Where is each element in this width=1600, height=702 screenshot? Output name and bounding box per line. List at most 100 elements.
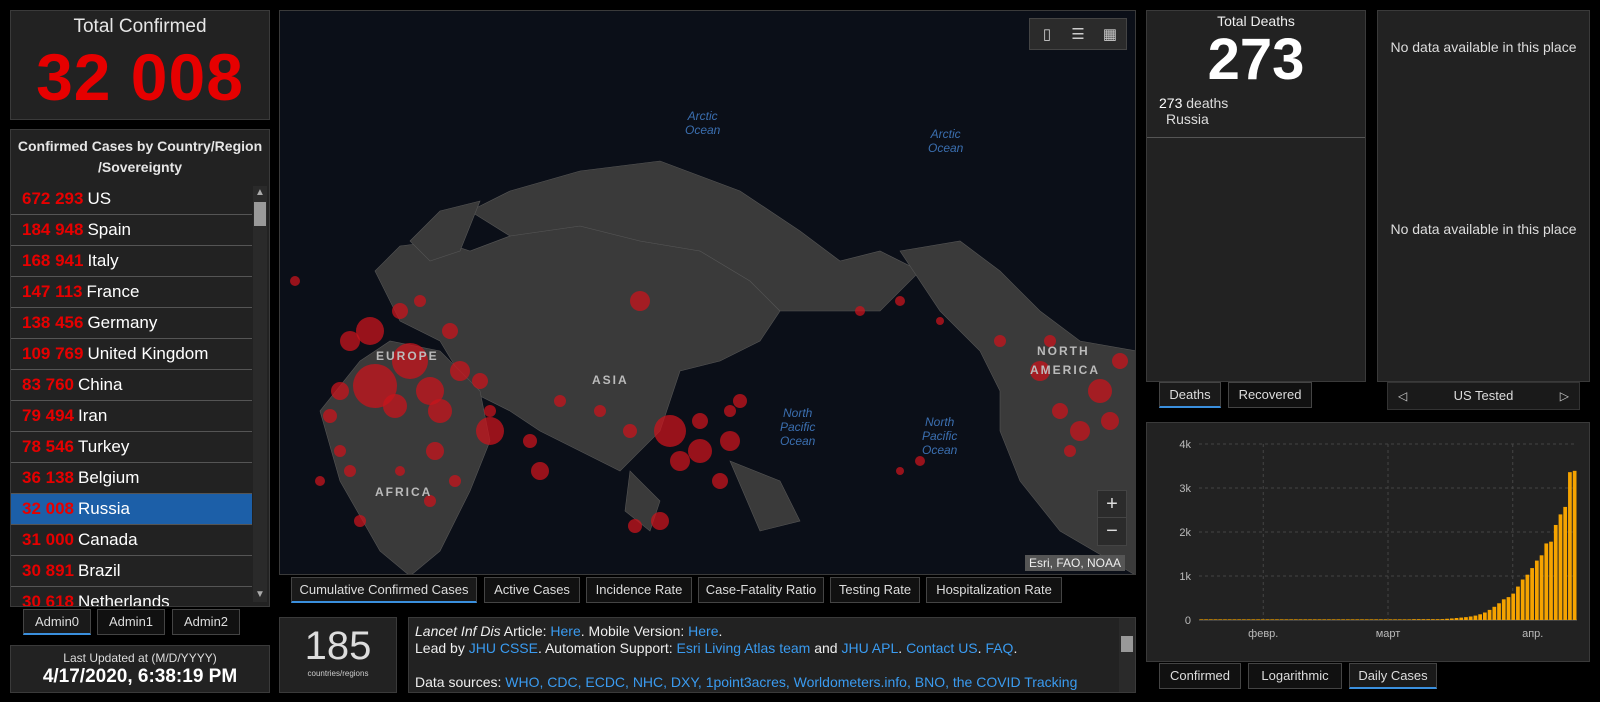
case-hotspot[interactable] [1088,379,1112,403]
data-sources-links[interactable]: WHO, CDC, ECDC, NHC, DXY, 1point3acres, … [505,674,1077,690]
case-hotspot[interactable] [670,451,690,471]
contact-link[interactable]: Contact US [906,640,978,656]
list-item[interactable]: 672 293 US [11,184,252,215]
case-hotspot[interactable] [651,512,669,530]
list-item[interactable]: 31 000 Canada [11,525,252,556]
case-hotspot[interactable] [290,276,300,286]
tab-logarithmic[interactable]: Logarithmic [1248,663,1342,689]
case-hotspot[interactable] [554,395,566,407]
case-hotspot[interactable] [712,473,728,489]
qr-grid-icon[interactable]: ▦ [1100,25,1120,45]
tab-deaths[interactable]: Deaths [1159,382,1221,408]
case-hotspot[interactable] [449,475,461,487]
chevron-left-icon[interactable]: ◁ [1398,383,1407,409]
esri-link[interactable]: Esri Living Atlas team [676,640,810,656]
tab-admin1[interactable]: Admin1 [97,609,165,635]
list-item[interactable]: 78 546 Turkey [11,432,252,463]
mobile-link[interactable]: Here [688,623,718,639]
tab-case-fatality-ratio[interactable]: Case-Fatality Ratio [698,577,824,603]
jhu-apl-link[interactable]: JHU APL [841,640,898,656]
case-hotspot[interactable] [1070,421,1090,441]
case-hotspot[interactable] [724,405,736,417]
tab-hospitalization-rate[interactable]: Hospitalization Rate [926,577,1062,603]
case-hotspot[interactable] [315,476,325,486]
list-item[interactable]: 83 760 China [11,370,252,401]
zoom-out-button[interactable]: − [1098,518,1126,545]
case-hotspot[interactable] [356,317,384,345]
case-hotspot[interactable] [896,467,904,475]
case-hotspot[interactable] [531,462,549,480]
country-list-scrollbar[interactable]: ▲ ▼ [253,186,267,602]
case-hotspot[interactable] [340,331,360,351]
case-hotspot[interactable] [334,445,346,457]
case-hotspot[interactable] [594,405,606,417]
case-hotspot[interactable] [628,519,642,533]
article-link[interactable]: Here [550,623,580,639]
case-hotspot[interactable] [720,431,740,451]
zoom-in-button[interactable]: + [1098,491,1126,518]
case-hotspot[interactable] [623,424,637,438]
tab-admin0[interactable]: Admin0 [23,609,91,635]
case-hotspot[interactable] [442,323,458,339]
list-item[interactable]: 138 456 Germany [11,308,252,339]
case-hotspot[interactable] [331,382,349,400]
case-hotspot[interactable] [426,442,444,460]
list-item[interactable]: 168 941 Italy [11,246,252,277]
case-hotspot[interactable] [1101,412,1119,430]
scroll-thumb[interactable] [254,202,266,226]
case-hotspot[interactable] [994,335,1006,347]
list-item[interactable]: 36 138 Belgium [11,463,252,494]
case-hotspot[interactable] [855,306,865,316]
scroll-thumb[interactable] [1121,636,1133,652]
scroll-down-icon[interactable]: ▼ [253,588,267,602]
case-hotspot[interactable] [414,295,426,307]
case-hotspot[interactable] [323,409,337,423]
jhu-csse-link[interactable]: JHU CSSE [469,640,538,656]
case-hotspot[interactable] [1052,403,1068,419]
case-hotspot[interactable] [395,466,405,476]
case-hotspot[interactable] [895,296,905,306]
tab-recovered[interactable]: Recovered [1228,382,1312,408]
case-hotspot[interactable] [688,439,712,463]
bookmark-icon[interactable]: ▯ [1037,25,1057,45]
faq-link[interactable]: FAQ [985,640,1013,656]
case-hotspot[interactable] [630,291,650,311]
tab-active-cases[interactable]: Active Cases [484,577,580,603]
list-item[interactable]: 79 494 Iran [11,401,252,432]
case-hotspot[interactable] [484,405,496,417]
scroll-up-icon[interactable]: ▲ [253,186,267,200]
list-item[interactable]: 32 008 Russia [11,494,252,525]
chevron-right-icon[interactable]: ▷ [1560,383,1569,409]
tab-incidence-rate[interactable]: Incidence Rate [586,577,692,603]
case-hotspot[interactable] [1064,445,1076,457]
case-hotspot[interactable] [692,413,708,429]
list-item[interactable]: 30 618 Netherlands [11,587,252,606]
case-hotspot[interactable] [733,394,747,408]
case-hotspot[interactable] [1112,353,1128,369]
list-item[interactable]: 184 948 Spain [11,215,252,246]
tab-cumulative-confirmed[interactable]: Cumulative Confirmed Cases [291,577,477,603]
case-hotspot[interactable] [354,515,366,527]
tab-testing-rate[interactable]: Testing Rate [830,577,920,603]
case-hotspot[interactable] [523,434,537,448]
case-hotspot[interactable] [392,303,408,319]
tab-confirmed[interactable]: Confirmed [1159,663,1241,689]
case-hotspot[interactable] [476,417,504,445]
world-map[interactable]: Arctic Ocean Arctic Ocean North Pacific … [279,10,1136,575]
chart-bar [1539,555,1544,620]
case-hotspot[interactable] [344,465,356,477]
list-item[interactable]: 147 113 France [11,277,252,308]
case-hotspot[interactable] [383,394,407,418]
case-hotspot[interactable] [428,399,452,423]
list-item[interactable]: 30 891 Brazil [11,556,252,587]
case-hotspot[interactable] [936,317,944,325]
case-hotspot[interactable] [915,456,925,466]
case-hotspot[interactable] [450,361,470,381]
case-hotspot[interactable] [472,373,488,389]
tab-admin2[interactable]: Admin2 [172,609,240,635]
info-scrollbar[interactable] [1119,618,1135,692]
case-hotspot[interactable] [654,415,686,447]
tab-daily-cases[interactable]: Daily Cases [1349,663,1437,689]
list-item[interactable]: 109 769 United Kingdom [11,339,252,370]
list-icon[interactable]: ☰ [1068,25,1088,45]
